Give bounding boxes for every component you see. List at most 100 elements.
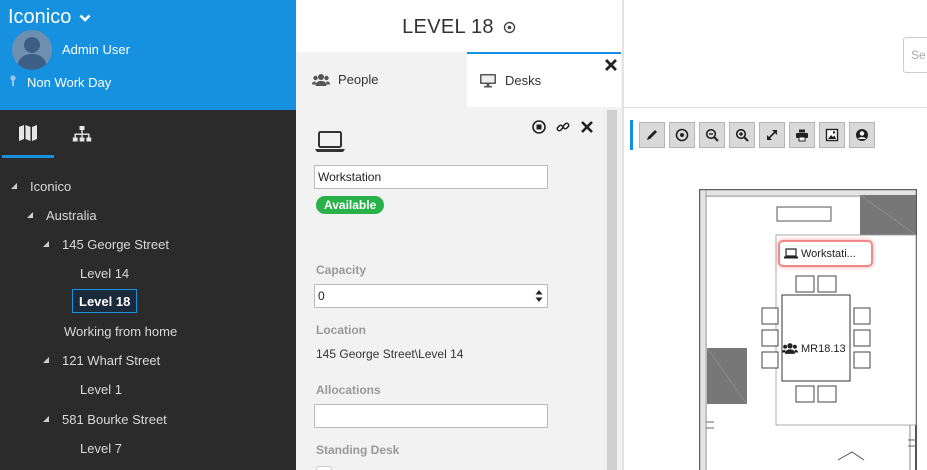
sitemap-icon (72, 126, 92, 142)
edit-button[interactable] (639, 122, 665, 148)
fullscreen-button[interactable] (759, 122, 785, 148)
tree-item-level-14[interactable]: Level 14 (80, 262, 129, 284)
tree-item-label: Level 1 (80, 381, 122, 397)
workstation-marker-label: Workstati... (801, 247, 856, 260)
caret-icon (43, 357, 49, 363)
tree-item-label: Iconico (30, 178, 72, 194)
sidebar-tabs (0, 110, 296, 160)
image-icon (825, 128, 839, 142)
map-toolbar (630, 120, 879, 150)
print-icon (796, 129, 808, 142)
spinner-arrows-icon[interactable] (535, 289, 543, 303)
zoom-out-icon (705, 128, 719, 142)
level-header: LEVEL 18 (296, 0, 622, 54)
link-icon[interactable] (556, 120, 570, 134)
tab-label: Desks (505, 73, 542, 88)
tree-item-level-7[interactable]: Level 7 (80, 437, 122, 459)
user-name: Admin User (62, 42, 130, 57)
zoom-in-button[interactable] (729, 122, 755, 148)
map-topbar: Se (624, 0, 927, 108)
laptop-icon (315, 131, 345, 152)
tree-item-australia[interactable]: Australia (26, 204, 97, 226)
desk-actions (532, 120, 594, 134)
status-badge: Available (316, 196, 385, 214)
desk-details-form: Available Capacity 0 Location 145 George… (300, 108, 605, 470)
tree-item-581-bourke-street[interactable]: 581 Bourke Street (42, 408, 167, 430)
locate-button[interactable] (669, 122, 695, 148)
desk-panel: LEVEL 18 People Desks Workstation Availa… (296, 0, 622, 470)
user-icon (856, 129, 868, 141)
tab-label: People (338, 72, 379, 87)
tree-item-label: Level 18 (79, 293, 131, 309)
standing-desk-label: Standing Desk (316, 443, 400, 457)
tree-item-iconico[interactable]: Iconico (10, 175, 71, 197)
tree-item-label: Working from home (64, 323, 178, 339)
caret-icon (43, 241, 49, 247)
tab-hierarchy[interactable] (56, 110, 108, 158)
location-label: Location (316, 323, 366, 337)
tree-item-level-18[interactable]: Level 18 (72, 289, 138, 313)
tree-item-label: 121 Wharf Street (62, 352, 161, 368)
workstation-marker[interactable]: Workstati... (778, 240, 873, 267)
tree-item-level-1[interactable]: Level 1 (80, 378, 122, 400)
tree-item-label: Australia (46, 207, 97, 223)
capacity-value: 0 (318, 289, 325, 303)
close-icon[interactable] (604, 58, 618, 72)
tab-desks[interactable]: Desks (467, 52, 621, 107)
chevron-down-icon (79, 14, 91, 22)
panel-scrollbar[interactable] (607, 110, 617, 470)
caret-icon (43, 416, 49, 422)
org-name: Iconico (8, 6, 72, 28)
caret-icon (27, 212, 33, 218)
panel-tabs: People Desks (296, 52, 622, 108)
tab-people[interactable]: People (300, 52, 466, 107)
person-icon (17, 37, 47, 70)
user-button[interactable] (849, 122, 875, 148)
tree-item-145-george-street[interactable]: 145 George Street (42, 233, 169, 255)
tree-item-label: 581 Bourke Street (62, 411, 167, 427)
tree-item-label: Level 7 (80, 440, 122, 456)
floor-plan[interactable]: Workstati... MR18.13 (624, 160, 927, 470)
sidebar-header: Iconico Admin User Non Work Day (0, 0, 296, 110)
tree-item-121-wharf-street[interactable]: 121 Wharf Street (42, 349, 160, 371)
map-search-input[interactable]: Se (903, 37, 927, 73)
caret-icon (11, 183, 17, 189)
expand-icon (767, 130, 777, 140)
laptop-icon (784, 248, 798, 259)
capacity-stepper[interactable]: 0 (314, 284, 548, 308)
pencil-icon (647, 130, 657, 140)
target-icon[interactable] (503, 21, 516, 34)
close-icon[interactable] (580, 120, 594, 134)
location-value: 145 George Street\Level 14 (316, 347, 464, 361)
floor-plan-drawing (699, 189, 917, 470)
toolbar-accent (630, 120, 633, 150)
capacity-label: Capacity (316, 263, 367, 277)
target-icon (675, 128, 689, 142)
standing-desk-checkbox[interactable] (316, 466, 332, 470)
status-pin-icon (10, 75, 16, 86)
print-button[interactable] (789, 122, 815, 148)
room-marker[interactable]: MR18.13 (782, 342, 846, 355)
avatar[interactable] (12, 30, 52, 70)
map-icon (19, 124, 37, 141)
floor-map: Se Workstati... MR18.13 (624, 0, 927, 470)
org-switcher[interactable]: Iconico (8, 6, 91, 29)
monitor-icon (480, 74, 496, 88)
page-title: LEVEL 18 (402, 15, 494, 38)
tab-map[interactable] (2, 110, 54, 158)
sidebar: Iconico Admin User Non Work Day Iconico … (0, 0, 296, 470)
zoom-in-icon (735, 128, 749, 142)
allocations-label: Allocations (316, 383, 381, 397)
tree-item-label: Level 14 (80, 265, 130, 281)
allocations-input[interactable] (314, 404, 548, 428)
image-button[interactable] (819, 122, 845, 148)
users-icon (782, 343, 798, 354)
work-status[interactable]: Non Work Day (27, 75, 111, 90)
tree-item-working-from-home[interactable]: Working from home (64, 320, 177, 342)
room-marker-label: MR18.13 (801, 342, 846, 355)
stop-icon[interactable] (532, 120, 546, 134)
users-icon (312, 73, 330, 86)
tree-item-label: 145 George Street (62, 236, 169, 252)
zoom-out-button[interactable] (699, 122, 725, 148)
desk-name-input[interactable] (314, 165, 548, 189)
